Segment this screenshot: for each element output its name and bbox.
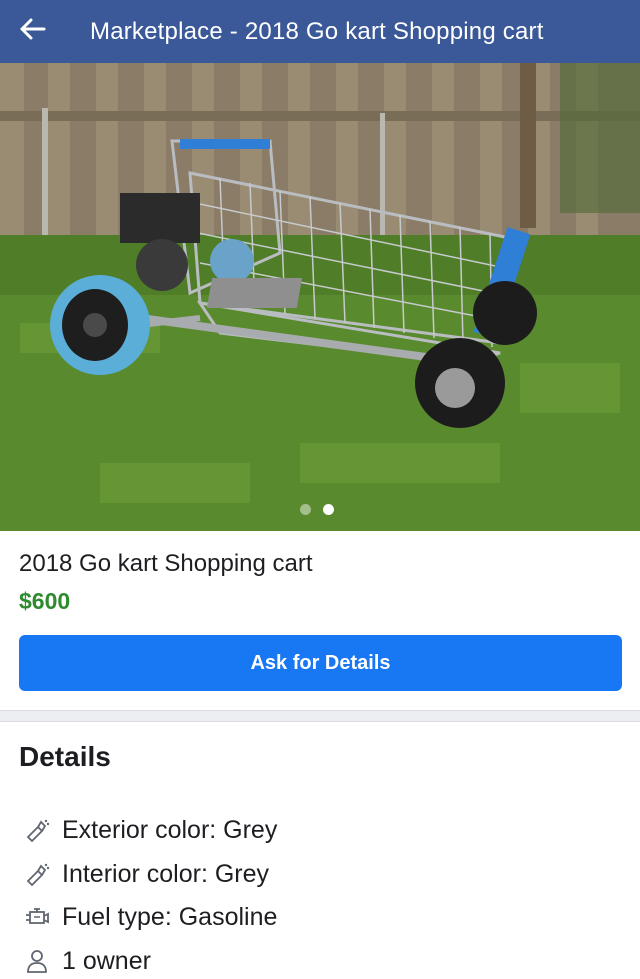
detail-text: Interior color: Grey [62,859,270,888]
listing-photo[interactable] [0,63,640,531]
listing-price: $600 [19,588,71,614]
detail-owners: 1 owner [22,944,151,978]
image-pager [300,504,334,515]
pager-dot[interactable] [300,504,311,515]
top-app-bar: Marketplace - 2018 Go kart Shopping cart [0,0,640,63]
ask-for-details-label: Ask for Details [250,651,391,674]
section-divider [0,710,640,722]
listing-title: 2018 Go kart Shopping cart [19,550,313,577]
detail-text: Fuel type: Gasoline [62,902,278,931]
detail-interior-color: Interior color: Grey [22,857,269,891]
detail-text: 1 owner [62,946,151,975]
person-icon [22,946,52,976]
back-button[interactable] [0,0,64,63]
engine-icon [22,902,52,932]
detail-exterior-color: Exterior color: Grey [22,813,277,847]
detail-text: Exterior color: Grey [62,815,278,844]
pager-dot-active[interactable] [323,504,334,515]
arrow-left-icon [18,17,46,46]
details-heading: Details [19,741,111,772]
paint-spray-icon [22,859,52,889]
ask-for-details-button[interactable]: Ask for Details [19,635,622,691]
detail-fuel-type: Fuel type: Gasoline [22,900,277,934]
page-title: Marketplace - 2018 Go kart Shopping cart [90,17,544,45]
paint-spray-icon [22,815,52,845]
